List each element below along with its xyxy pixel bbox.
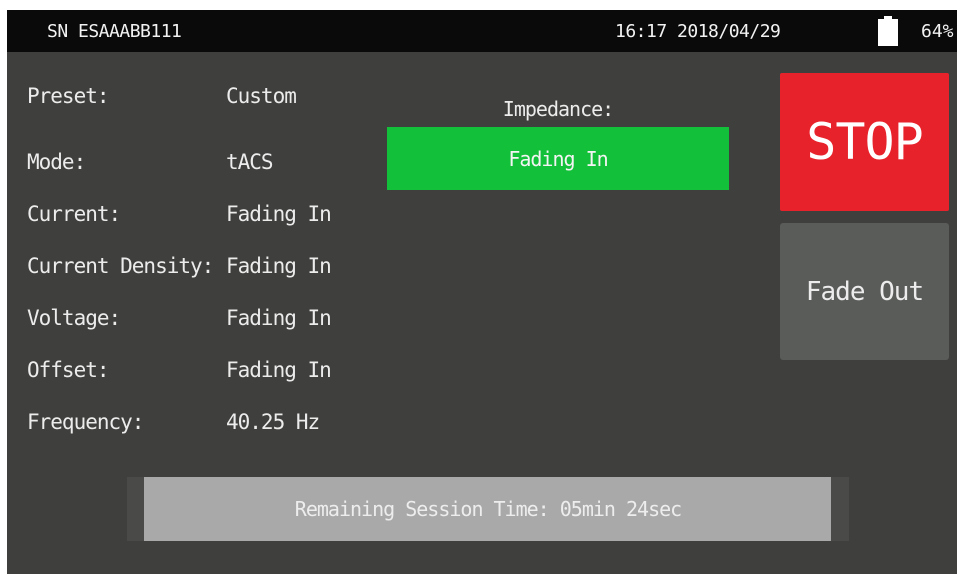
mode-value: tACS bbox=[226, 150, 274, 174]
current-density-value: Fading In bbox=[226, 254, 332, 278]
stop-button[interactable]: STOP bbox=[780, 73, 949, 211]
current-density-label: Current Density: bbox=[27, 254, 214, 278]
date-time: 16:17 2018/04/29 bbox=[615, 21, 781, 42]
preset-label: Preset: bbox=[27, 84, 110, 108]
offset-value: Fading In bbox=[226, 358, 332, 382]
session-progress-bar: Remaining Session Time: 05min 24sec bbox=[127, 477, 849, 541]
current-value: Fading In bbox=[226, 202, 332, 226]
serial-number: SN ESAAABB111 bbox=[47, 21, 182, 42]
offset-label: Offset: bbox=[27, 358, 110, 382]
fade-out-button-label: Fade Out bbox=[805, 276, 924, 307]
battery-percent: 64% bbox=[921, 21, 954, 42]
impedance-status: Fading In bbox=[387, 127, 729, 190]
fade-out-button[interactable]: Fade Out bbox=[780, 223, 949, 360]
preset-value: Custom bbox=[226, 84, 297, 108]
frequency-label: Frequency: bbox=[27, 410, 144, 434]
frequency-value: 40.25 Hz bbox=[226, 410, 320, 434]
battery-icon bbox=[878, 16, 898, 46]
remaining-session-time: Remaining Session Time: 05min 24sec bbox=[294, 497, 682, 521]
device-screen: SN ESAAABB111 16:17 2018/04/29 64% Prese… bbox=[7, 10, 957, 574]
current-label: Current: bbox=[27, 202, 121, 226]
status-bar: SN ESAAABB111 16:17 2018/04/29 64% bbox=[7, 10, 957, 52]
impedance-label: Impedance: bbox=[502, 97, 614, 121]
stop-button-label: STOP bbox=[806, 113, 923, 171]
impedance-value: Fading In bbox=[508, 146, 608, 171]
voltage-label: Voltage: bbox=[27, 306, 121, 330]
mode-label: Mode: bbox=[27, 150, 86, 174]
voltage-value: Fading In bbox=[226, 306, 332, 330]
